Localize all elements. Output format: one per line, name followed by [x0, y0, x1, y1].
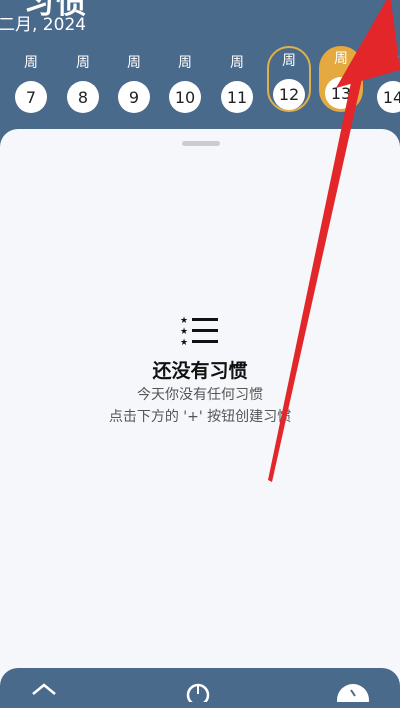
- day-9[interactable]: 周 9: [114, 50, 154, 116]
- day-number: 11: [221, 81, 253, 113]
- day-number: 13: [325, 77, 357, 109]
- day-number: 8: [67, 81, 99, 113]
- habits-panel: ★ ★ ★ 还没有习惯 今天你没有任何习惯 点击下方的 '+' 按钮创建习惯: [0, 129, 400, 689]
- svg-text:★: ★: [180, 316, 188, 326]
- weekday-label: 周: [76, 55, 90, 71]
- day-12[interactable]: 周 12: [267, 46, 311, 112]
- day-number: 14: [377, 81, 400, 113]
- day-number: 10: [169, 81, 201, 113]
- weekday-label: 周: [230, 55, 244, 71]
- day-10[interactable]: 周 10: [165, 50, 205, 116]
- empty-state-message: 今天你没有任何习惯: [137, 387, 263, 403]
- weekday-label: 周: [282, 53, 296, 69]
- day-13[interactable]: 周 13: [319, 46, 363, 112]
- weekday-label: 周: [386, 55, 400, 71]
- weekday-label: 周: [127, 55, 141, 71]
- drag-handle[interactable]: [182, 141, 220, 146]
- month-year-label: 二月, 2024: [0, 15, 87, 35]
- day-number: 12: [273, 79, 305, 110]
- svg-text:★: ★: [180, 327, 188, 337]
- weekday-label: 周: [178, 55, 192, 71]
- day-number: 9: [118, 81, 150, 113]
- svg-text:★: ★: [180, 338, 188, 348]
- day-7[interactable]: 周 7: [11, 50, 51, 116]
- empty-state-hint: 点击下方的 '+' 按钮创建习惯: [108, 409, 292, 425]
- day-11[interactable]: 周 11: [217, 50, 257, 116]
- moon-icon[interactable]: [333, 682, 373, 702]
- compass-icon[interactable]: [185, 682, 211, 702]
- list-icon: ★ ★ ★: [180, 316, 218, 348]
- week-day-strip: 周 7 周 8 周 9 周 10 周 11 周 12 周 13 周 14: [0, 46, 400, 120]
- weekday-label: 周: [334, 51, 348, 67]
- day-number: 7: [15, 81, 47, 113]
- empty-state-title: 还没有习惯: [152, 360, 248, 382]
- home-icon[interactable]: [30, 682, 58, 702]
- weekday-label: 周: [24, 55, 38, 71]
- day-8[interactable]: 周 8: [63, 50, 103, 116]
- day-14[interactable]: 周 14: [373, 50, 400, 116]
